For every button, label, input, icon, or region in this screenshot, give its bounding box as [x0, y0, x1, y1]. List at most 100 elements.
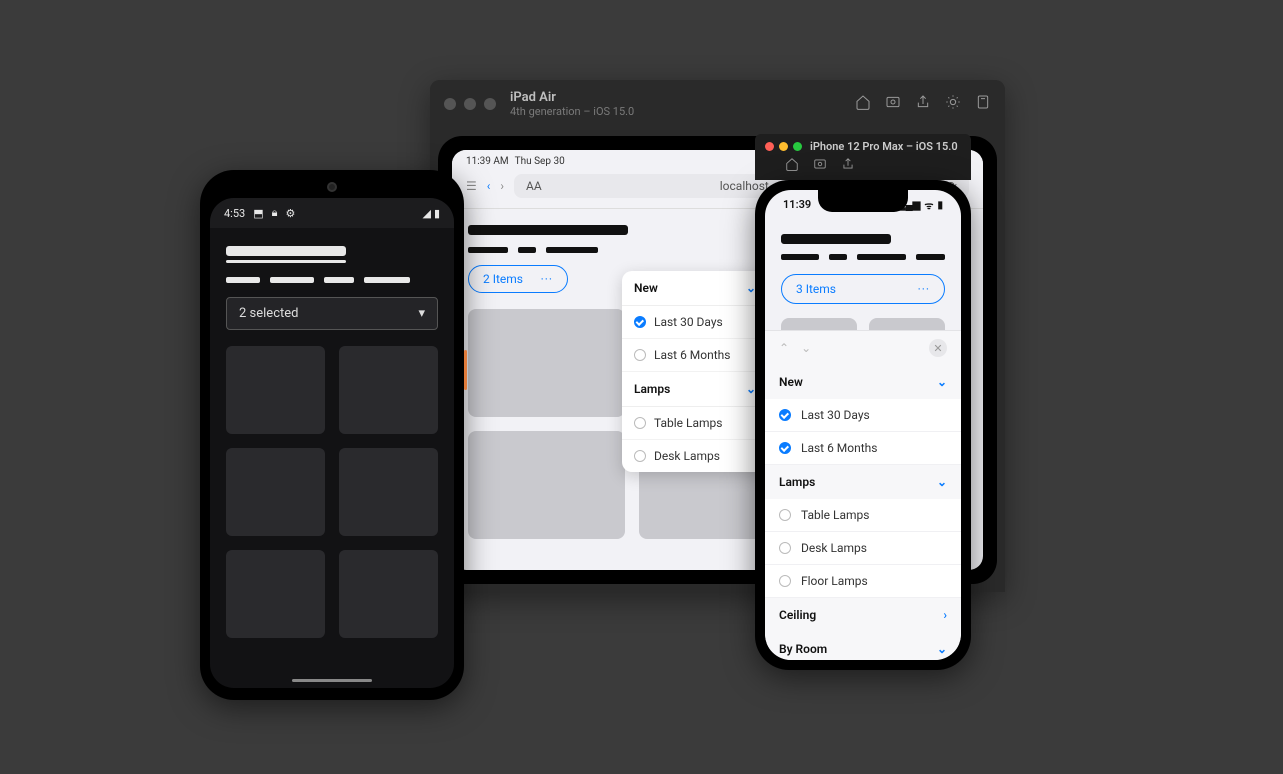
option-label: Table Lamps [654, 416, 722, 430]
android-top-bezel [210, 182, 454, 198]
filter-option[interactable]: Last 6 Months [765, 432, 961, 465]
section-title: Lamps [779, 475, 815, 489]
filter-option[interactable]: Last 30 Days [622, 306, 768, 339]
sheet-handle-row: ⌃ ⌄ ✕ [765, 331, 961, 365]
screenshot-icon[interactable] [885, 94, 901, 114]
breadcrumb-skeleton [781, 254, 945, 260]
option-label: Last 30 Days [654, 315, 723, 329]
window-zoom-button[interactable] [793, 142, 802, 151]
window-minimize-button[interactable] [779, 142, 788, 151]
filter-option[interactable]: Last 30 Days [765, 399, 961, 432]
option-label: Desk Lamps [801, 541, 867, 555]
sheet-section-header[interactable]: Lamps ⌄ [765, 465, 961, 499]
popover-section-header[interactable]: New ⌄ [622, 271, 768, 306]
product-grid [226, 346, 438, 638]
iphone-notch [818, 190, 908, 212]
filter-option[interactable]: Floor Lamps [765, 565, 961, 598]
android-status-bar: 4:53 ⬒ 🔒︎ ⚙ ◢ ▮ [210, 198, 454, 228]
radio-checked-icon [634, 316, 646, 328]
home-icon[interactable] [855, 94, 871, 114]
iphone-screen: 11:39 ▂▄▆ ᯤ ▮ 3 Items ··· [765, 190, 961, 660]
product-card[interactable] [339, 346, 438, 434]
screenshot-icon[interactable] [813, 157, 827, 174]
sheet-section-header[interactable]: By Room ⌄ [765, 632, 961, 660]
option-label: Last 6 Months [801, 441, 877, 455]
filter-option[interactable]: Table Lamps [765, 499, 961, 532]
select-value: 2 selected [239, 306, 298, 321]
sheet-section-header[interactable]: New ⌄ [765, 365, 961, 399]
product-card[interactable] [468, 431, 625, 539]
chevron-down-icon: ▾ [418, 306, 425, 321]
iphone-device-name: iPhone 12 Pro Max – iOS 15.0 [810, 140, 958, 153]
window-close-button[interactable] [765, 142, 774, 151]
filter-option[interactable]: Last 6 Months [622, 339, 768, 372]
home-indicator[interactable] [292, 679, 372, 682]
sheet-nav-up-icon[interactable]: ⌃ [779, 341, 789, 355]
option-label: Last 30 Days [801, 408, 870, 422]
title-underline [226, 260, 346, 263]
filter-option[interactable]: Desk Lamps [622, 440, 768, 472]
sidebar-icon[interactable]: ☰ [466, 179, 477, 193]
option-label: Desk Lamps [654, 449, 720, 463]
filter-pill[interactable]: 3 Items ··· [781, 274, 945, 304]
page-title-skeleton [781, 234, 891, 244]
filter-menu-icon[interactable]: ··· [541, 272, 553, 286]
iphone-device-frame: 11:39 ▂▄▆ ᯤ ▮ 3 Items ··· [755, 180, 971, 670]
page-title-skeleton [226, 246, 346, 256]
close-icon[interactable]: ✕ [929, 339, 947, 357]
filter-menu-icon[interactable]: ··· [918, 282, 930, 296]
filter-select[interactable]: 2 selected ▾ [226, 297, 438, 330]
share-icon[interactable] [841, 157, 855, 174]
section-title: Ceiling [779, 608, 816, 622]
product-card[interactable] [226, 550, 325, 638]
chevron-down-icon: ⌄ [937, 475, 947, 489]
share-icon[interactable] [915, 94, 931, 114]
radio-checked-icon [779, 442, 791, 454]
popover-section-header[interactable]: Lamps ⌄ [622, 372, 768, 407]
filter-pill[interactable]: 2 Items ··· [468, 265, 568, 293]
settings-icon: ⚙ [285, 207, 295, 220]
status-time: 4:53 [224, 207, 245, 220]
sheet-section-header[interactable]: Ceiling › [765, 598, 961, 632]
lock-icon: 🔒︎ [272, 206, 278, 220]
window-zoom-button[interactable] [484, 98, 496, 110]
section-title: New [634, 281, 658, 295]
android-page-content: 2 selected ▾ [210, 228, 454, 656]
sheet-nav-down-icon[interactable]: ⌄ [801, 341, 811, 355]
wifi-icon: ᯤ [924, 198, 933, 212]
window-close-button[interactable] [444, 98, 456, 110]
option-label: Floor Lamps [801, 574, 868, 588]
battery-icon: ▮ [434, 207, 440, 220]
power-button[interactable] [464, 350, 467, 390]
text-size-control[interactable]: AA [526, 179, 542, 193]
brightness-icon[interactable] [945, 94, 961, 114]
forward-icon[interactable]: › [500, 179, 504, 193]
window-minimize-button[interactable] [464, 98, 476, 110]
radio-icon [779, 575, 791, 587]
product-card[interactable] [226, 448, 325, 536]
product-card[interactable] [468, 309, 625, 417]
camera-icon [327, 182, 337, 192]
product-card[interactable] [226, 346, 325, 434]
back-icon[interactable]: ‹ [487, 179, 491, 193]
product-card[interactable] [339, 550, 438, 638]
rotate-icon[interactable] [975, 94, 991, 114]
radio-icon [634, 349, 646, 361]
ipad-titlebar: iPad Air 4th generation – iOS 15.0 [430, 80, 1005, 128]
notification-icon: ⬒ [253, 207, 263, 220]
battery-icon: ▮ [937, 200, 943, 211]
filter-sheet: ⌃ ⌄ ✕ New ⌄ Last 30 Days [765, 330, 961, 660]
ipad-device-detail: 4th generation – iOS 15.0 [510, 105, 855, 118]
page-title-skeleton [468, 225, 628, 235]
product-card[interactable] [339, 448, 438, 536]
home-icon[interactable] [785, 157, 799, 174]
radio-icon [634, 450, 646, 462]
status-time: 11:39 [783, 198, 811, 212]
radio-icon [634, 417, 646, 429]
filter-option[interactable]: Table Lamps [622, 407, 768, 440]
filter-option[interactable]: Desk Lamps [765, 532, 961, 565]
window-traffic-lights[interactable] [765, 142, 802, 151]
window-traffic-lights[interactable] [444, 98, 496, 110]
chevron-down-icon: ⌄ [937, 375, 947, 389]
radio-checked-icon [779, 409, 791, 421]
